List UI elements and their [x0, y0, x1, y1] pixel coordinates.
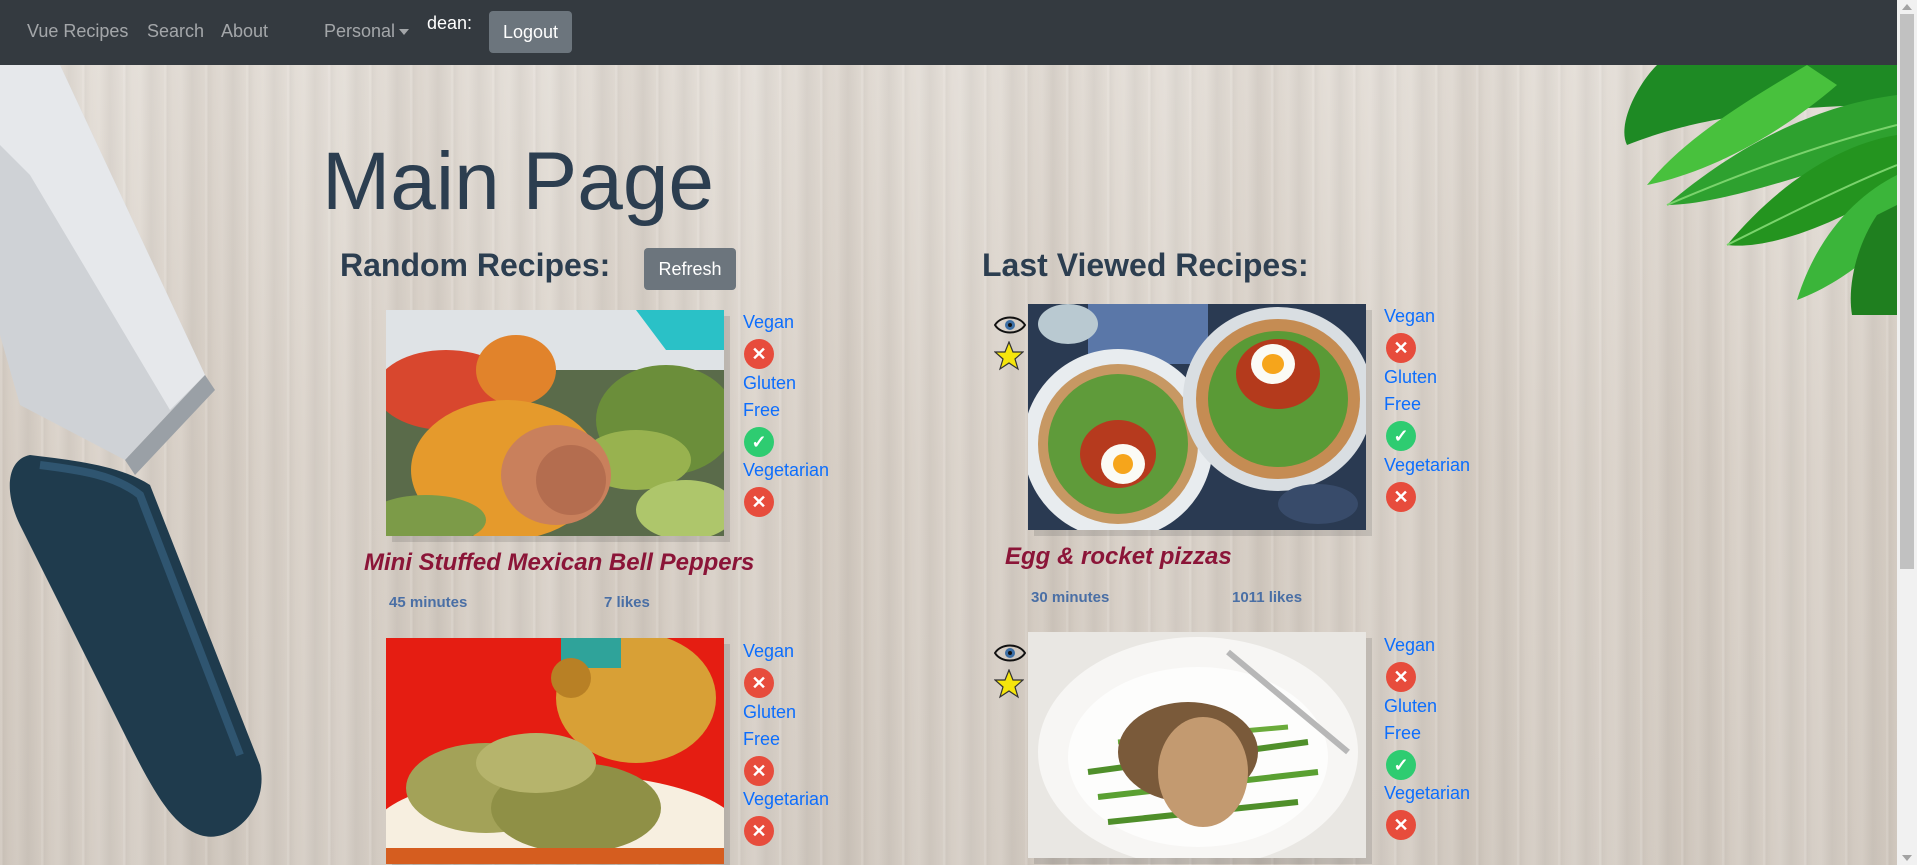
x-icon: ✕: [1386, 810, 1416, 840]
gluten-free-label-2[interactable]: Free: [743, 397, 780, 424]
scroll-up-icon[interactable]: [1902, 4, 1912, 10]
personal-dropdown-label: Personal: [324, 21, 396, 41]
recipe-image-dumplings[interactable]: [386, 638, 724, 864]
eye-icon: [994, 316, 1026, 334]
vegan-label[interactable]: Vegan: [743, 638, 794, 665]
nav-search-link[interactable]: Search: [147, 21, 204, 42]
gluten-free-label-1[interactable]: Gluten: [743, 699, 796, 726]
vegan-label[interactable]: Vegan: [743, 309, 794, 336]
page-scrollbar[interactable]: [1897, 0, 1917, 865]
vegan-label[interactable]: Vegan: [1384, 632, 1435, 659]
recipe-title[interactable]: Egg & rocket pizzas: [1005, 543, 1232, 571]
gluten-free-label-2[interactable]: Free: [743, 726, 780, 753]
brand-link[interactable]: Vue Recipes: [27, 21, 128, 42]
check-icon: ✓: [1386, 750, 1416, 780]
recipe-image-egg-pizzas[interactable]: [1028, 304, 1366, 530]
x-icon: ✕: [744, 668, 774, 698]
star-icon: [994, 669, 1024, 699]
recipe-likes: 7 likes: [604, 594, 650, 611]
recipe-time: 30 minutes: [1031, 589, 1110, 606]
x-icon: ✕: [744, 487, 774, 517]
x-icon: ✕: [1386, 662, 1416, 692]
x-icon: ✕: [744, 756, 774, 786]
last-viewed-heading: Last Viewed Recipes:: [982, 247, 1309, 283]
caret-down-icon: [399, 29, 410, 36]
recipe-image-peppers[interactable]: [386, 310, 724, 536]
recipe-image-chicken[interactable]: [1028, 632, 1366, 858]
leaves-decoration: [1624, 65, 1897, 315]
gluten-free-label-1[interactable]: Gluten: [1384, 364, 1437, 391]
page-title: Main Page: [322, 136, 715, 227]
recipe-time: 45 minutes: [389, 594, 468, 611]
nav-about-link[interactable]: About: [221, 21, 268, 42]
check-icon: ✓: [1386, 421, 1416, 451]
check-icon: ✓: [744, 427, 774, 457]
scroll-thumb[interactable]: [1900, 14, 1914, 569]
star-icon: [994, 341, 1024, 371]
gluten-free-label-2[interactable]: Free: [1384, 391, 1421, 418]
x-icon: ✕: [744, 339, 774, 369]
gluten-free-label-1[interactable]: Gluten: [1384, 693, 1437, 720]
gluten-free-label-1[interactable]: Gluten: [743, 370, 796, 397]
vegetarian-label[interactable]: Vegetarian: [1384, 780, 1470, 807]
random-recipes-heading: Random Recipes:: [340, 247, 611, 283]
vegetarian-label[interactable]: Vegetarian: [743, 786, 829, 813]
personal-dropdown[interactable]: Personal: [324, 21, 410, 42]
x-icon: ✕: [744, 816, 774, 846]
vegetarian-label[interactable]: Vegetarian: [743, 457, 829, 484]
x-icon: ✕: [1386, 482, 1416, 512]
top-navbar: Vue Recipes Search About Personal dean: …: [0, 0, 1897, 65]
refresh-button[interactable]: Refresh: [644, 248, 736, 290]
recipe-likes: 1011 likes: [1232, 589, 1303, 606]
username-label: dean:: [427, 13, 473, 33]
vegan-label[interactable]: Vegan: [1384, 303, 1435, 330]
knife-decoration: [0, 65, 262, 837]
recipe-title[interactable]: Mini Stuffed Mexican Bell Peppers: [364, 549, 754, 577]
vegetarian-label[interactable]: Vegetarian: [1384, 452, 1470, 479]
scroll-down-icon[interactable]: [1902, 855, 1912, 861]
eye-icon: [994, 644, 1026, 662]
gluten-free-label-2[interactable]: Free: [1384, 720, 1421, 747]
x-icon: ✕: [1386, 333, 1416, 363]
logout-button[interactable]: Logout: [489, 11, 572, 53]
